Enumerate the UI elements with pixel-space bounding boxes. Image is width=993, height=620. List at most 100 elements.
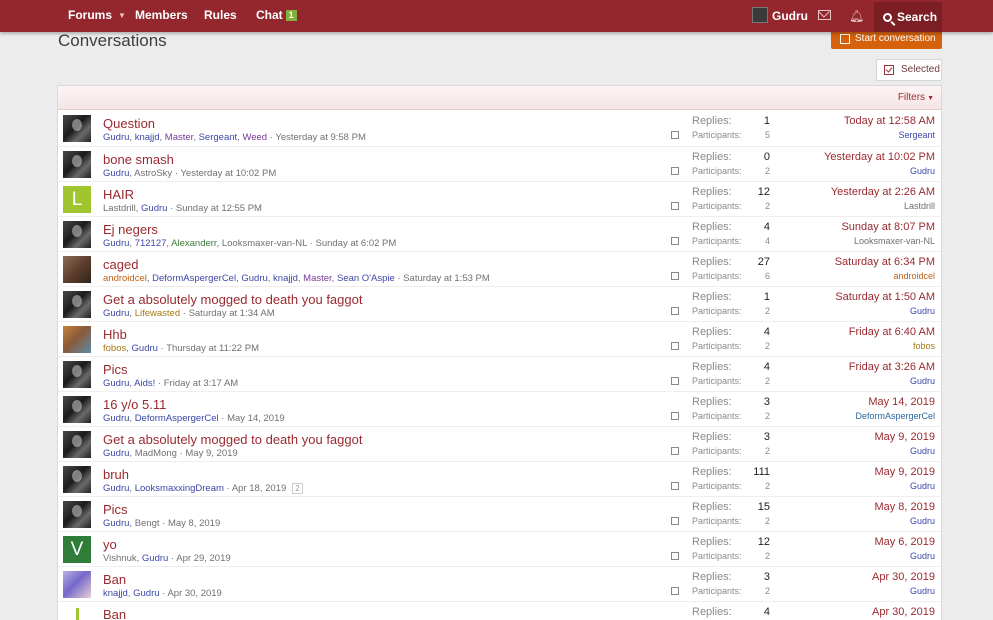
last-message-user[interactable]: Gudru [910,306,935,316]
participant-link[interactable]: Master [303,273,332,284]
participant-link[interactable]: fobos [103,343,126,354]
bell-icon[interactable]: 🔔︎ [849,9,864,23]
participant-link[interactable]: Gudru [103,238,129,249]
participant-link[interactable]: Master [165,132,194,143]
conversation-title[interactable]: bruh [103,467,129,482]
avatar[interactable]: V [63,536,91,563]
participant-link[interactable]: Gudru [103,413,129,424]
avatar[interactable] [63,291,91,318]
conversation-row[interactable]: L HAIR Lastdrill, Gudru · Sunday at 12:55 … [58,181,941,216]
conversation-row[interactable]: Question Gudru, knajjd, Master, Sergeant,… [58,111,941,146]
conversation-row[interactable]: Ban knajjd, Gudru · Apr 30, 2019 Replies: 3… [58,566,941,601]
last-message-date[interactable]: May 6, 2019 [874,536,935,548]
participant-link[interactable]: AstroSky [134,168,172,179]
chevron-down-icon[interactable]: ▼ [118,11,126,20]
last-message-user[interactable]: Gudru [910,586,935,596]
last-message-user[interactable]: fobos [913,341,935,351]
participant-link[interactable]: Gudru [103,483,129,494]
last-message-date[interactable]: Saturday at 6:34 PM [835,256,935,268]
avatar[interactable] [63,361,91,388]
select-checkbox[interactable] [671,167,679,175]
conversation-row[interactable]: Get a absolutely mogged to death you fag… [58,426,941,461]
participant-link[interactable]: Gudru [133,588,159,599]
participant-link[interactable]: DeformAspergerCel [152,273,236,284]
last-message-date[interactable]: May 14, 2019 [868,396,935,408]
conversation-title[interactable]: Hhb [103,327,127,342]
conversation-title[interactable]: 16 y/o 5.11 [103,397,166,412]
conversation-row[interactable]: Pics Gudru, Bengt · May 8, 2019 Replies: 15… [58,496,941,531]
conversation-title[interactable]: caged [103,257,138,272]
conversation-row[interactable]: Hhb fobos, Gudru · Thursday at 11:22 PM Re… [58,321,941,356]
conversation-title[interactable]: Ban [103,607,126,620]
envelope-icon[interactable] [818,10,831,20]
participant-link[interactable]: Bengt [135,518,160,529]
participant-link[interactable]: Lifewasted [135,308,180,319]
avatar[interactable] [63,466,91,493]
avatar[interactable] [63,151,91,178]
nav-forums[interactable]: Forums ▼ [68,0,126,30]
avatar[interactable] [63,256,91,283]
avatar[interactable] [63,115,91,142]
last-message-date[interactable]: Apr 30, 2019 [872,606,935,618]
last-message-user[interactable]: Gudru [910,446,935,456]
last-message-user[interactable]: Sergeant [898,130,935,140]
select-checkbox[interactable] [671,377,679,385]
participant-link[interactable]: Vishnuk [103,553,137,564]
select-checkbox[interactable] [671,552,679,560]
participant-link[interactable]: androidcel [103,273,147,284]
participant-link[interactable]: Aids! [134,378,155,389]
participant-link[interactable]: Weed [242,132,267,143]
selected-button[interactable]: Selected [876,59,942,81]
participant-link[interactable]: knajjd [273,273,298,284]
conversation-row[interactable]: bone smash Gudru, AstroSky · Yesterday at… [58,146,941,181]
last-message-date[interactable]: May 9, 2019 [874,431,935,443]
avatar[interactable] [63,501,91,528]
avatar[interactable] [63,326,91,353]
last-message-date[interactable]: Today at 12:58 AM [844,115,935,127]
select-checkbox[interactable] [671,587,679,595]
last-message-user[interactable]: Lastdrill [904,201,935,211]
select-checkbox[interactable] [671,272,679,280]
participant-link[interactable]: Gudru [103,518,129,529]
conversation-title[interactable]: Question [103,116,155,131]
select-checkbox[interactable] [671,517,679,525]
conversation-title[interactable]: Get a absolutely mogged to death you fag… [103,432,362,447]
last-message-date[interactable]: Saturday at 1:50 AM [835,291,935,303]
conversation-title[interactable]: Ej negers [103,222,158,237]
participant-link[interactable]: LooksmaxxingDream [135,483,224,494]
participant-link[interactable]: Gudru [103,378,129,389]
select-checkbox[interactable] [671,342,679,350]
participant-link[interactable]: knajjd [135,132,160,143]
avatar[interactable]: L [63,186,91,213]
participant-link[interactable]: Gudru [132,343,158,354]
participant-link[interactable]: MadMong [135,448,177,459]
participant-link[interactable]: Gudru [103,132,129,143]
avatar[interactable] [63,571,91,598]
last-message-user[interactable]: androidcel [893,271,935,281]
search-button[interactable]: Search [874,2,942,32]
participant-link[interactable]: Lastdrill [103,203,136,214]
last-message-user[interactable]: Gudru [910,516,935,526]
conversation-row[interactable]: Ej negers Gudru, 712127, Alexanderr, Look… [58,216,941,251]
nav-rules[interactable]: Rules [204,0,237,30]
participant-link[interactable]: 712127 [135,238,167,249]
participant-link[interactable]: Gudru [141,203,167,214]
last-message-date[interactable]: Apr 30, 2019 [872,571,935,583]
start-conversation-button[interactable]: Start conversation [831,29,942,49]
last-message-date[interactable]: Friday at 3:26 AM [849,361,935,373]
last-message-user[interactable]: Gudru [910,551,935,561]
conversation-row[interactable]: caged androidcel, DeformAspergerCel, Gudr… [58,251,941,286]
conversation-row[interactable]: bruh Gudru, LooksmaxxingDream · Apr 18, 2… [58,461,941,496]
select-checkbox[interactable] [671,447,679,455]
participant-link[interactable]: DeformAspergerCel [135,413,219,424]
avatar[interactable] [63,221,91,248]
nav-members[interactable]: Members [135,0,188,30]
avatar[interactable] [63,396,91,423]
conversation-row[interactable]: Vyo Vishnuk, Gudru · Apr 29, 2019 Replies:… [58,531,941,566]
conversation-title[interactable]: yo [103,537,117,552]
last-message-date[interactable]: Yesterday at 2:26 AM [831,186,935,198]
last-message-date[interactable]: May 9, 2019 [874,466,935,478]
participant-link[interactable]: knajjd [103,588,128,599]
conversation-row[interactable]: Get a absolutely mogged to death you fag… [58,286,941,321]
conversation-title[interactable]: Get a absolutely mogged to death you fag… [103,292,362,307]
